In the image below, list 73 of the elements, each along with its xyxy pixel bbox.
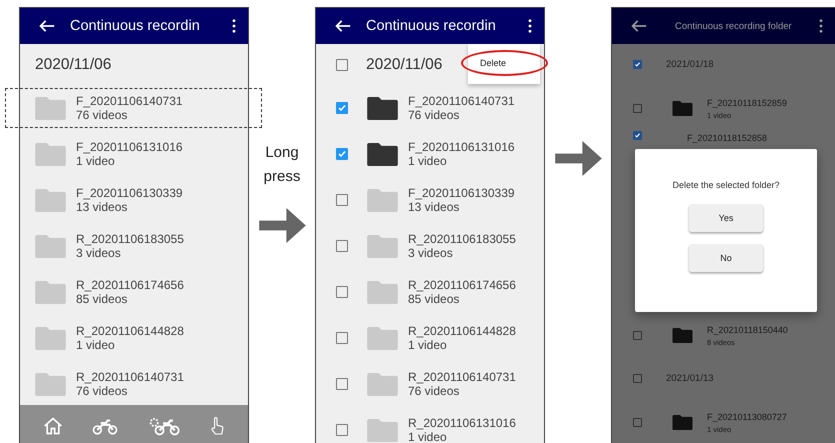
checkbox[interactable]: [336, 378, 348, 390]
date-heading: 2020/11/06: [35, 56, 112, 74]
video-count: 76 videos: [76, 108, 128, 122]
folder-name: F_20201106130339: [408, 186, 515, 200]
video-count: 85 videos: [76, 292, 128, 306]
checkbox[interactable]: [336, 102, 348, 114]
video-count: 76 videos: [76, 384, 128, 398]
right-arrow-icon: [554, 141, 602, 176]
checkbox[interactable]: [633, 418, 642, 426]
checkbox[interactable]: [336, 424, 348, 436]
date-heading: 2021/01/13: [666, 373, 714, 384]
video-count: 76 videos: [408, 108, 460, 122]
folder-name: F_20201106140731: [408, 94, 515, 108]
folder-name: R_20201106140731: [76, 370, 184, 384]
folder-name: R_20201106144828: [76, 324, 184, 338]
video-count: 1 video: [76, 338, 116, 352]
date-heading: 2021/01/18: [666, 59, 714, 70]
folder-name: F_20210118152858: [687, 132, 767, 145]
folder-name: R_20201106174656: [408, 278, 516, 292]
right-arrow-icon: [258, 208, 306, 243]
video-count: 1 video: [408, 430, 448, 443]
video-count: 13 videos: [408, 200, 460, 214]
more-icon[interactable]: [528, 19, 532, 33]
checkbox[interactable]: [633, 60, 642, 69]
dialog-message: Delete the selected folder?: [672, 180, 780, 190]
delete-menu-item[interactable]: Delete: [478, 56, 508, 70]
video-count: 76 videos: [408, 384, 460, 398]
dialog-button[interactable]: Yes: [689, 204, 763, 232]
video-count: 3 videos: [408, 246, 454, 260]
video-count: 13 videos: [76, 200, 128, 214]
folder-name: R_20201106183055: [408, 232, 516, 246]
hand-pointer-icon[interactable]: [209, 416, 226, 436]
checkbox[interactable]: [633, 104, 642, 112]
folder-icon[interactable]: [367, 96, 398, 120]
folder-name: R_20201106140731: [408, 370, 516, 384]
folder-name: R_20201106131016: [408, 416, 516, 430]
folder-name: R_20201106183055: [76, 232, 184, 246]
video-count: 1 video: [408, 338, 448, 352]
folder-name: F_20201106130339: [76, 186, 183, 200]
more-icon[interactable]: [232, 19, 236, 33]
back-icon[interactable]: [630, 19, 647, 33]
folder-name: R_20201106174656: [76, 278, 184, 292]
step-caption: Long press: [262, 143, 302, 187]
screen-title: Continuous recording folder: [675, 20, 793, 32]
home-icon[interactable]: [42, 416, 63, 436]
checkbox[interactable]: [633, 131, 642, 140]
video-count: 3 videos: [76, 246, 122, 260]
dialog-button[interactable]: No: [689, 244, 763, 272]
folder-icon[interactable]: [367, 142, 398, 166]
folder-name: R_20210118150440: [707, 324, 788, 336]
checkbox[interactable]: [336, 286, 348, 298]
checkbox[interactable]: [336, 194, 348, 206]
checkbox[interactable]: [633, 374, 642, 383]
folder-name: F_20210118152859: [707, 96, 787, 110]
folder-name: F_20201106131016: [408, 140, 515, 154]
checkbox[interactable]: [336, 58, 348, 70]
video-count: 1 video: [76, 154, 116, 168]
motorcycle-icon[interactable]: [92, 418, 118, 434]
folder-name: R_20201106144828: [408, 324, 516, 338]
date-heading: 2020/11/06: [366, 56, 442, 74]
screen-title: Continuous recordin: [366, 18, 497, 34]
checkbox[interactable]: [336, 240, 348, 252]
folder-name: F_20201106131016: [76, 140, 183, 154]
video-count: 85 videos: [408, 292, 460, 306]
folder-name: F_20210113080727: [707, 410, 787, 424]
checkbox[interactable]: [633, 330, 642, 340]
motorcycle-gear-icon[interactable]: [148, 416, 180, 436]
folder-name: F_20201106140731: [76, 94, 183, 108]
more-icon[interactable]: [819, 19, 823, 33]
checkbox[interactable]: [336, 148, 348, 160]
screen-title: Continuous recordin: [70, 18, 201, 34]
video-count: 1 video: [408, 154, 448, 168]
checkbox[interactable]: [336, 332, 348, 344]
